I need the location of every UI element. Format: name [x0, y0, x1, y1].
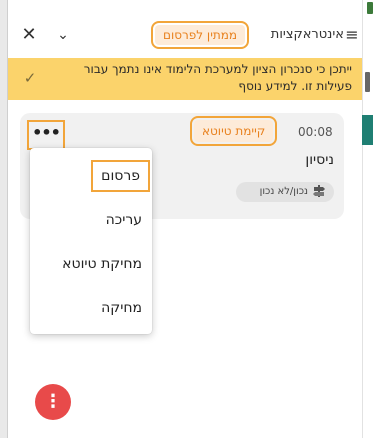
interaction-title: ניסיון [305, 152, 334, 168]
more-options-button[interactable]: ••• [27, 120, 65, 150]
question-type-chip: נכון/לא נכון [236, 182, 334, 202]
page-left-edge [0, 0, 7, 438]
right-top-widget[interactable] [367, 2, 373, 14]
menu-item-edit[interactable]: עריכה [30, 200, 152, 240]
status-badge: ממתין לפרסום [150, 21, 250, 49]
options-dropdown-menu: פרסום עריכה מחיקת טיוטא מחיקה [30, 148, 152, 334]
side-panel-toggle[interactable] [362, 115, 373, 145]
signpost-icon [312, 184, 326, 200]
question-type-label: נכון/לא נכון [259, 186, 308, 197]
menu-item-delete[interactable]: מחיקה [30, 288, 152, 328]
add-interaction-fab[interactable]: ⋮ [35, 384, 71, 420]
sync-warning-alert: ייתכן כי סנכרון הציון למערכת הלימוד אינו… [8, 58, 362, 100]
menu-icon[interactable]: ≡ [345, 24, 359, 46]
right-side-strip [362, 0, 373, 438]
signpost-icon-svg [313, 185, 325, 197]
alert-text[interactable]: ייתכן כי סנכרון הציון למערכת הלימוד אינו… [52, 61, 352, 95]
check-icon[interactable]: ✓ [22, 70, 38, 86]
timestamp: 00:08 [298, 125, 333, 139]
chevron-down-icon[interactable]: ⌄ [52, 24, 74, 46]
right-side-marker [365, 72, 370, 92]
page-title: אינטראקציות [270, 27, 344, 42]
menu-item-publish[interactable]: פרסום [30, 156, 152, 196]
close-icon[interactable]: ✕ [18, 24, 40, 46]
draft-badge: קיימת טיוטא [189, 116, 278, 146]
menu-item-publish-label: פרסום [91, 160, 150, 192]
menu-item-delete-draft[interactable]: מחיקת טיוטא [30, 244, 152, 284]
